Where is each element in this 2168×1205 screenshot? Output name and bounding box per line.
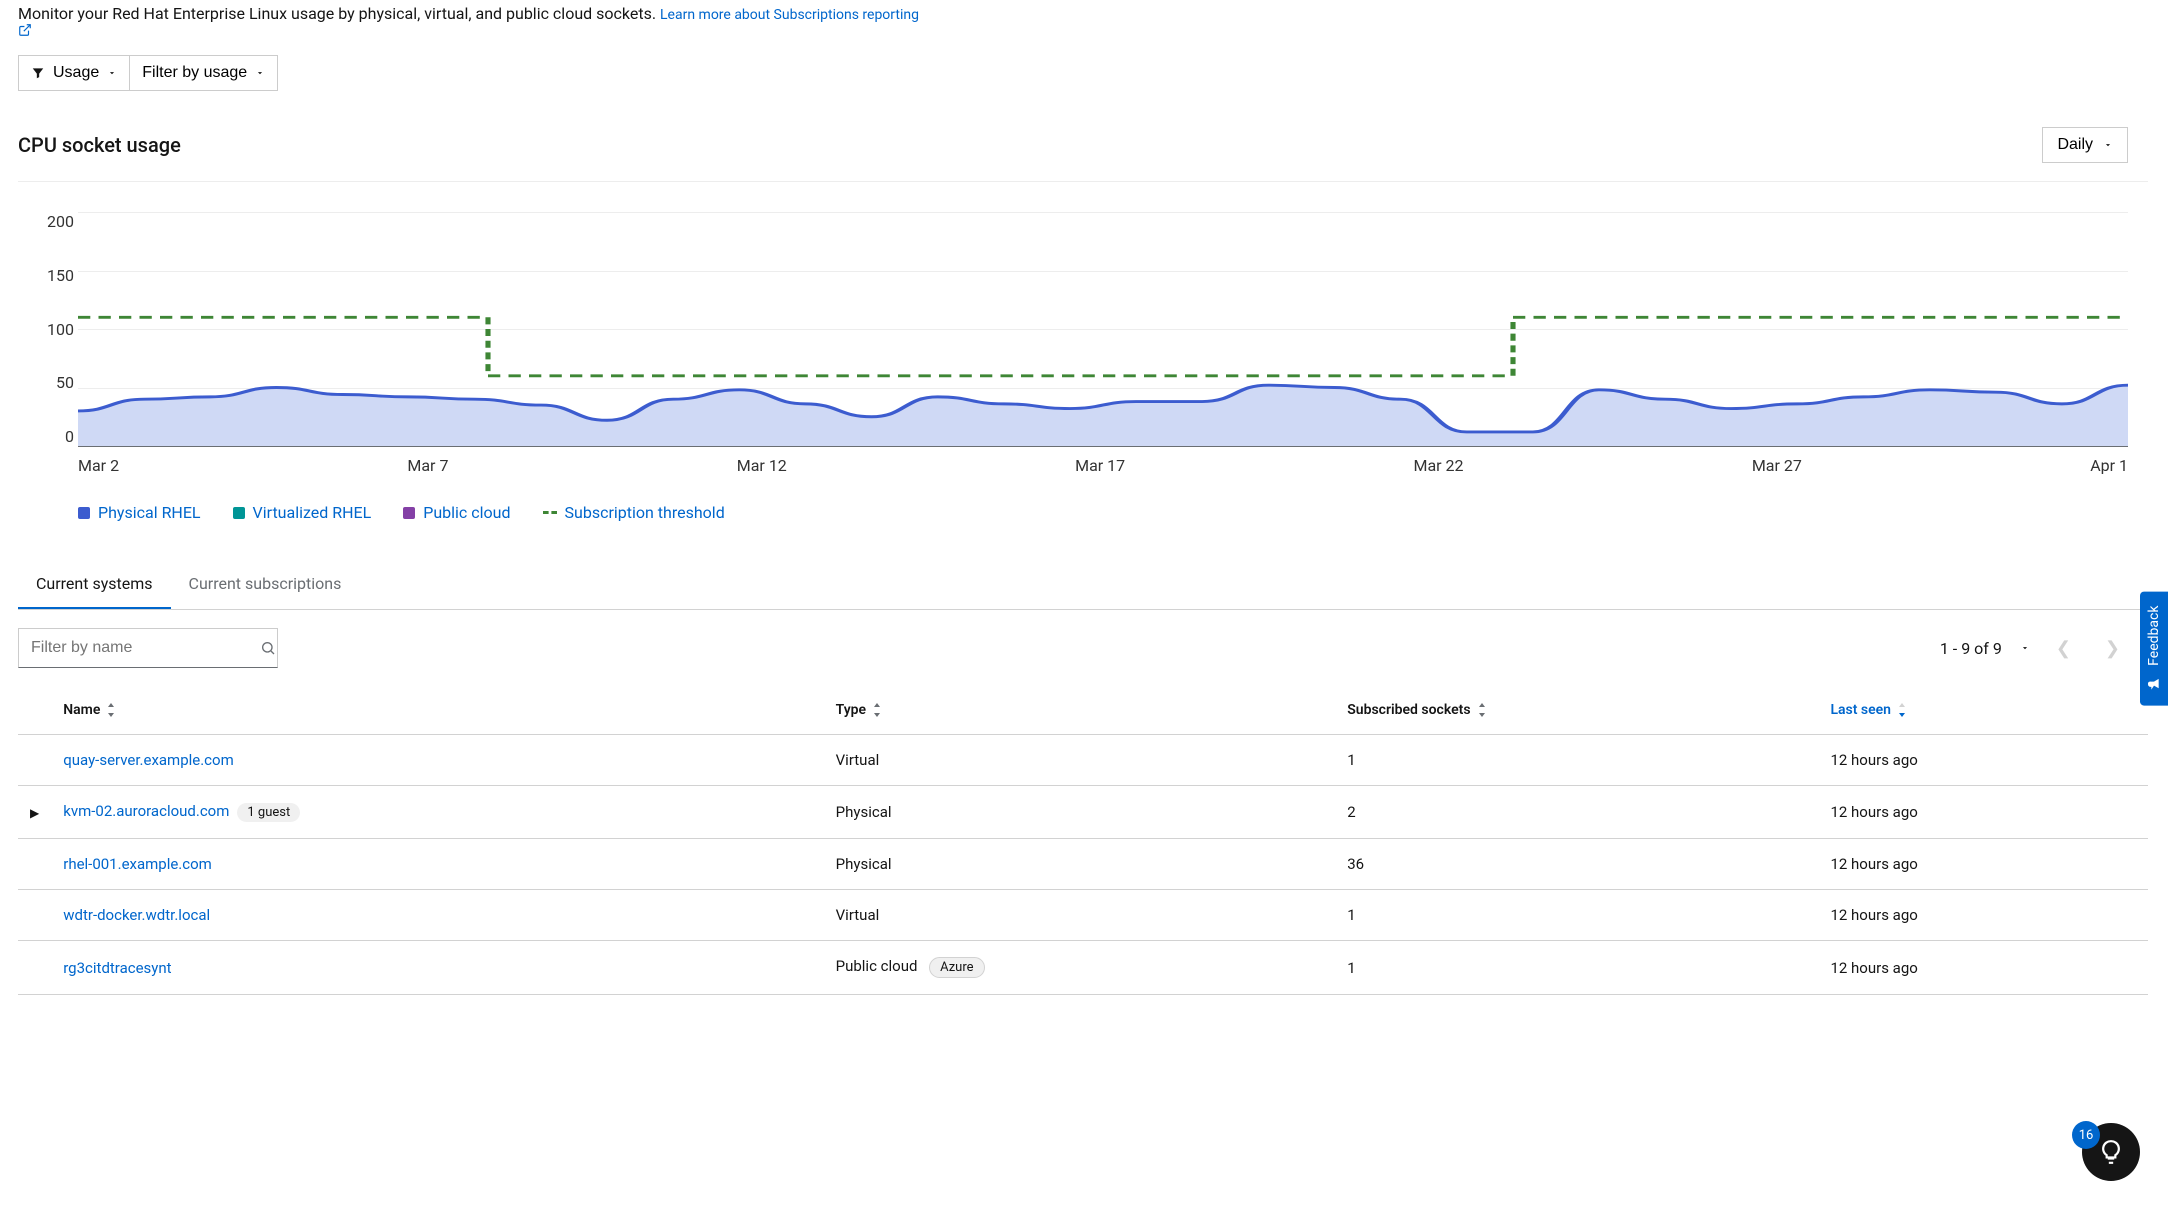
guest-badge: 1 guest	[237, 803, 300, 822]
legend-item[interactable]: Virtualized RHEL	[233, 503, 372, 522]
help-fab[interactable]: 16	[2082, 1123, 2140, 1181]
column-type[interactable]: Type	[824, 686, 1336, 735]
last-seen-cell: 12 hours ago	[1818, 786, 2148, 839]
sockets-cell: 36	[1335, 839, 1818, 890]
chart-legend: Physical RHEL Virtualized RHEL Public clou…	[78, 503, 2148, 522]
legend-swatch	[233, 507, 245, 519]
type-cell: Virtual	[824, 890, 1336, 941]
page-prev-button[interactable]: ❮	[2048, 634, 2079, 663]
table-row: rhel-001.example.com Physical3612 hours a…	[18, 839, 2148, 890]
sockets-cell: 2	[1335, 786, 1818, 839]
sockets-cell: 1	[1335, 890, 1818, 941]
legend-label: Public cloud	[423, 503, 510, 522]
expand-caret-icon[interactable]: ▶	[30, 806, 39, 820]
last-seen-cell: 12 hours ago	[1818, 839, 2148, 890]
type-cell: Public cloud Azure	[824, 941, 1336, 995]
search-icon[interactable]	[250, 640, 286, 656]
filter-by-usage-label: Filter by usage	[142, 64, 247, 82]
tab-current-systems[interactable]: Current systems	[18, 560, 171, 609]
legend-label: Physical RHEL	[98, 503, 201, 522]
sockets-cell: 1	[1335, 735, 1818, 786]
help-badge: 16	[2072, 1121, 2100, 1149]
table-row: quay-server.example.com Virtual112 hours …	[18, 735, 2148, 786]
legend-label: Subscription threshold	[565, 503, 725, 522]
external-link-icon	[18, 23, 2148, 37]
legend-swatch	[543, 511, 557, 514]
type-cell: Physical	[824, 786, 1336, 839]
last-seen-cell: 12 hours ago	[1818, 735, 2148, 786]
table-row: wdtr-docker.wdtr.local Virtual112 hours a…	[18, 890, 2148, 941]
table-toolbar: 1 - 9 of 9 ❮ ❯	[18, 610, 2148, 686]
legend-swatch	[78, 507, 90, 519]
pagination-text: 1 - 9 of 9	[1940, 639, 2002, 658]
bullhorn-icon	[2146, 675, 2162, 691]
legend-label: Virtualized RHEL	[253, 503, 372, 522]
systems-table: NameTypeSubscribed socketsLast seen quay…	[18, 686, 2148, 995]
granularity-label: Daily	[2057, 136, 2093, 154]
column-name[interactable]: Name	[51, 686, 823, 735]
caret-down-icon	[2103, 140, 2113, 150]
caret-down-icon	[107, 68, 117, 78]
chart-plot[interactable]	[78, 212, 2128, 446]
section-header: CPU socket usage Daily	[18, 109, 2148, 182]
usage-filter-label: Usage	[53, 64, 99, 82]
sockets-cell: 1	[1335, 941, 1818, 995]
column-subscribed-sockets[interactable]: Subscribed sockets	[1335, 686, 1818, 735]
pagination: 1 - 9 of 9 ❮ ❯	[1940, 634, 2128, 663]
legend-swatch	[403, 507, 415, 519]
system-link[interactable]: rhel-001.example.com	[63, 855, 212, 873]
chart-y-labels: 200150100500	[26, 212, 74, 446]
caret-down-icon[interactable]	[2020, 643, 2030, 653]
search-wrap	[18, 628, 278, 668]
chart: 200150100500 Mar 2Mar 7Mar 12Mar 17Mar 2…	[18, 182, 2148, 532]
last-seen-cell: 12 hours ago	[1818, 941, 2148, 995]
last-seen-cell: 12 hours ago	[1818, 890, 2148, 941]
lightbulb-icon	[2098, 1139, 2124, 1165]
feedback-label: Feedback	[2146, 605, 2162, 665]
page-next-button[interactable]: ❯	[2097, 634, 2128, 663]
table-row: rg3citdtracesynt Public cloud Azure112 ho…	[18, 941, 2148, 995]
column-last-seen[interactable]: Last seen	[1818, 686, 2148, 735]
learn-more-text: Learn more about Subscriptions reporting	[660, 7, 919, 23]
type-cell: Physical	[824, 839, 1336, 890]
legend-item[interactable]: Physical RHEL	[78, 503, 201, 522]
legend-item[interactable]: Public cloud	[403, 503, 510, 522]
legend-item[interactable]: Subscription threshold	[543, 503, 725, 522]
funnel-icon	[31, 66, 45, 80]
tab-current-subscriptions[interactable]: Current subscriptions	[171, 560, 360, 609]
chart-x-labels: Mar 2Mar 7Mar 12Mar 17Mar 22Mar 27Apr 1	[78, 456, 2128, 475]
tabs: Current systemsCurrent subscriptions	[18, 560, 2148, 610]
filter-bar: Usage Filter by usage	[18, 55, 2148, 91]
table-row: ▶ kvm-02.auroracloud.com 1 guest Physical21…	[18, 786, 2148, 839]
feedback-tab[interactable]: Feedback	[2140, 591, 2168, 705]
granularity-select[interactable]: Daily	[2042, 127, 2128, 163]
intro-text: Monitor your Red Hat Enterprise Linux us…	[18, 4, 660, 23]
system-link[interactable]: kvm-02.auroracloud.com	[63, 802, 229, 820]
filter-name-input[interactable]	[19, 629, 250, 667]
usage-filter-button[interactable]: Usage	[18, 55, 129, 91]
intro: Monitor your Red Hat Enterprise Linux us…	[18, 0, 2148, 55]
type-cell: Virtual	[824, 735, 1336, 786]
caret-down-icon	[255, 68, 265, 78]
system-link[interactable]: rg3citdtracesynt	[63, 959, 171, 977]
filter-by-usage-button[interactable]: Filter by usage	[129, 55, 278, 91]
system-link[interactable]: wdtr-docker.wdtr.local	[63, 906, 210, 924]
section-title: CPU socket usage	[18, 133, 181, 157]
cloud-badge: Azure	[929, 957, 984, 978]
system-link[interactable]: quay-server.example.com	[63, 751, 234, 769]
